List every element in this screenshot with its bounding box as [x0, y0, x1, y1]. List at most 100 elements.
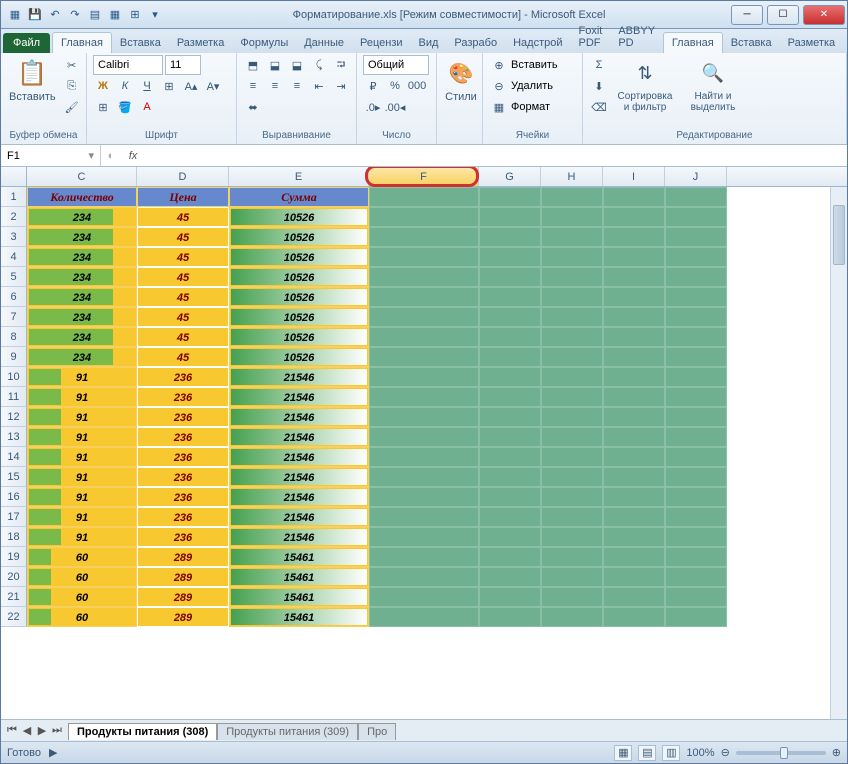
wrap-text-icon[interactable]: ⮒ [331, 55, 351, 75]
cell[interactable] [369, 467, 479, 487]
cell[interactable] [541, 187, 603, 207]
cell[interactable] [479, 567, 541, 587]
cell[interactable] [541, 267, 603, 287]
cell-sum[interactable]: 21546 [229, 447, 369, 467]
ribbon-tab[interactable]: Надстрой [505, 33, 570, 53]
row-header[interactable]: 4 [1, 247, 27, 267]
cell[interactable] [479, 267, 541, 287]
cell[interactable] [541, 287, 603, 307]
cell-sum[interactable]: 21546 [229, 427, 369, 447]
cell-qty[interactable]: 91 [27, 407, 137, 427]
row-header[interactable]: 2 [1, 207, 27, 227]
cell-qty[interactable]: 234 [27, 207, 137, 227]
fill-icon[interactable]: ⬇ [589, 76, 609, 96]
cell[interactable] [603, 527, 665, 547]
ribbon-tab[interactable]: Рецензи [352, 33, 411, 53]
cell-sum[interactable]: 10526 [229, 347, 369, 367]
sheet-tab-active[interactable]: Продукты питания (308) [68, 723, 217, 740]
tab-nav-prev-icon[interactable]: ◀ [20, 724, 34, 737]
fx-circle-icon[interactable]: ◐ [101, 150, 121, 162]
ribbon-tab[interactable]: Формулы [843, 33, 848, 53]
grid-rows[interactable]: 1КоличествоЦенаСумма22344510526323445105… [1, 187, 847, 717]
cell[interactable] [369, 287, 479, 307]
column-header[interactable]: H [541, 167, 603, 186]
cell[interactable] [369, 227, 479, 247]
cell[interactable] [369, 607, 479, 627]
cell-price[interactable]: 236 [137, 527, 229, 547]
cell[interactable] [541, 207, 603, 227]
decimal-decrease-icon[interactable]: .00◂ [385, 97, 405, 117]
cell[interactable] [541, 587, 603, 607]
column-header[interactable]: J [665, 167, 727, 186]
cell-price[interactable]: 45 [137, 347, 229, 367]
cell-qty[interactable]: 60 [27, 567, 137, 587]
cell[interactable] [603, 407, 665, 427]
cell[interactable] [541, 487, 603, 507]
tab-nav-next-icon[interactable]: ▶ [35, 724, 49, 737]
cell-sum[interactable]: 10526 [229, 287, 369, 307]
cell-price[interactable]: 45 [137, 327, 229, 347]
underline-button[interactable]: Ч [137, 76, 157, 96]
cell[interactable] [369, 307, 479, 327]
cell[interactable] [665, 527, 727, 547]
cell[interactable] [665, 447, 727, 467]
format-painter-icon[interactable]: 🖌 [62, 97, 82, 117]
cell[interactable] [665, 587, 727, 607]
qat-icon[interactable]: ⊞ [127, 7, 143, 23]
cell-price[interactable]: 236 [137, 447, 229, 467]
row-header[interactable]: 12 [1, 407, 27, 427]
minimize-button[interactable]: ─ [731, 5, 763, 25]
cell[interactable] [541, 547, 603, 567]
cell-sum[interactable]: 21546 [229, 407, 369, 427]
row-header[interactable]: 3 [1, 227, 27, 247]
cell[interactable] [479, 507, 541, 527]
cell[interactable] [603, 467, 665, 487]
cell[interactable] [479, 387, 541, 407]
row-header[interactable]: 13 [1, 427, 27, 447]
cell-qty[interactable]: 234 [27, 327, 137, 347]
cut-icon[interactable]: ✂ [62, 55, 82, 75]
qat-icon[interactable]: ▤ [87, 7, 103, 23]
cell[interactable] [541, 507, 603, 527]
ribbon-tab[interactable]: Разметка [780, 33, 844, 53]
cell[interactable] [479, 187, 541, 207]
cell[interactable] [369, 207, 479, 227]
cell-qty[interactable]: 60 [27, 607, 137, 627]
cell-sum[interactable]: 21546 [229, 487, 369, 507]
zoom-out-button[interactable]: ⊖ [721, 746, 730, 759]
number-format-select[interactable]: Общий [363, 55, 429, 75]
column-header[interactable]: E [229, 167, 369, 186]
ribbon-tab[interactable]: Foxit PDF [571, 21, 611, 53]
cell[interactable] [603, 487, 665, 507]
row-header[interactable]: 20 [1, 567, 27, 587]
sheet-tab[interactable]: Продукты питания (309) [217, 723, 358, 740]
cell[interactable] [603, 447, 665, 467]
ribbon-tab[interactable]: Вставка [723, 33, 780, 53]
cell[interactable] [479, 427, 541, 447]
cell-sum[interactable]: 15461 [229, 607, 369, 627]
cell-qty[interactable]: 91 [27, 427, 137, 447]
cell[interactable] [603, 587, 665, 607]
row-header[interactable]: 17 [1, 507, 27, 527]
cell[interactable] [479, 447, 541, 467]
ribbon-tab[interactable]: Вид [411, 33, 447, 53]
currency-icon[interactable]: ₽ [363, 76, 383, 96]
cell[interactable] [541, 467, 603, 487]
cell-qty[interactable]: 234 [27, 247, 137, 267]
cell[interactable] [541, 447, 603, 467]
zoom-level[interactable]: 100% [686, 747, 714, 759]
cell[interactable] [479, 467, 541, 487]
font-size-select[interactable]: 11 [165, 55, 201, 75]
cell[interactable] [479, 407, 541, 427]
cell-sum[interactable]: 10526 [229, 327, 369, 347]
cell[interactable] [541, 387, 603, 407]
cell[interactable] [479, 287, 541, 307]
cell[interactable] [603, 227, 665, 247]
cell[interactable] [603, 267, 665, 287]
cell[interactable] [479, 207, 541, 227]
row-header[interactable]: 14 [1, 447, 27, 467]
file-tab[interactable]: Файл [3, 33, 50, 53]
cell-qty[interactable]: 91 [27, 527, 137, 547]
cell-price[interactable]: 45 [137, 247, 229, 267]
cell-price[interactable]: 45 [137, 207, 229, 227]
